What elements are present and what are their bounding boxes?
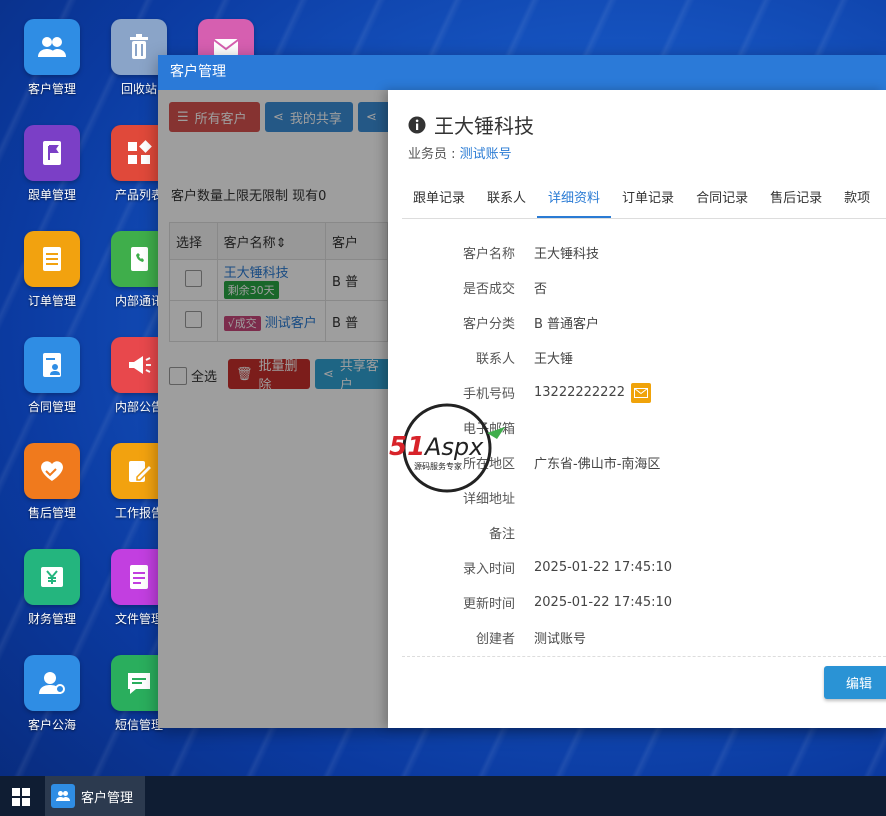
salesman-line: 业务员 : 测试账号 xyxy=(408,147,512,162)
field-label: 联系人 xyxy=(475,352,515,367)
field-row: 客户分类 B 普通客户 xyxy=(388,305,886,340)
field-label: 是否成交 xyxy=(462,282,515,297)
desktop-icon-label: 售后管理 xyxy=(27,506,76,520)
field-label: 客户名称 xyxy=(462,247,515,262)
modal-overlay[interactable] xyxy=(158,90,388,728)
svg-text:51: 51 xyxy=(389,432,425,462)
field-row: 录入时间 2025-01-22 17:45:10 xyxy=(388,550,886,585)
field-label: 客户分类 xyxy=(462,317,515,332)
svg-text:源码服务专家: 源码服务专家 xyxy=(414,461,462,471)
desktop-icon-label: 客户管理 xyxy=(27,82,76,96)
desktop-icon-customers[interactable]: 客户管理 xyxy=(12,19,92,97)
field-value-phone: 13222222222 xyxy=(534,382,651,403)
tab-contracts[interactable]: 合同记录 xyxy=(685,182,759,218)
desktop-icon-contracts[interactable]: 合同管理 xyxy=(12,337,92,415)
tab-after-sales[interactable]: 售后记录 xyxy=(759,182,833,218)
handshake-icon xyxy=(24,443,80,499)
customer-management-window: 客户管理 ☰ 所有客户 ⋖ 我的共享 ⋖ 客户数量上限无限制 现有0 选择 客户 xyxy=(158,55,886,728)
detail-title: 王大锤科技 xyxy=(408,110,534,139)
users-icon xyxy=(51,784,75,808)
svg-text:Aspx: Aspx xyxy=(423,433,484,461)
watermark-logo: 51 Aspx 源码服务专家 xyxy=(387,403,517,493)
desktop-icon-orders[interactable]: 订单管理 xyxy=(12,231,92,309)
detail-tabs: 跟单记录 联系人 详细资料 订单记录 合同记录 售后记录 款项 xyxy=(402,182,886,219)
field-value: B 普通客户 xyxy=(534,317,600,332)
field-label: 录入时间 xyxy=(462,562,515,577)
window-body: ☰ 所有客户 ⋖ 我的共享 ⋖ 客户数量上限无限制 现有0 选择 客户名称⇕ 客… xyxy=(158,90,886,728)
tab-details[interactable]: 详细资料 xyxy=(537,182,612,218)
desktop-icon-follow-up[interactable]: 跟单管理 xyxy=(12,125,92,203)
desktop-icon-label: 财务管理 xyxy=(27,612,76,626)
send-sms-envelope-icon[interactable] xyxy=(630,382,651,403)
flag-notebook-icon xyxy=(24,125,80,181)
taskbar-item-customer-management[interactable]: 客户管理 xyxy=(45,776,145,816)
field-row: 备注 xyxy=(388,515,886,550)
window-title-bar[interactable]: 客户管理 xyxy=(158,55,886,90)
field-label: 备注 xyxy=(488,527,515,542)
window-title: 客户管理 xyxy=(170,64,226,80)
desktop-icon-finance[interactable]: 财务管理 xyxy=(12,549,92,627)
field-value: 王大锤 xyxy=(534,352,574,367)
document-icon xyxy=(24,231,80,287)
taskbar: 客户管理 xyxy=(0,776,886,816)
desktop-icon-label: 跟单管理 xyxy=(27,188,76,202)
field-label: 创建者 xyxy=(475,632,515,647)
field-value: 2025-01-22 17:45:10 xyxy=(534,595,673,610)
field-value: 广东省-佛山市-南海区 xyxy=(534,457,661,472)
desktop-icon-label: 订单管理 xyxy=(27,294,76,308)
field-value: 测试账号 xyxy=(534,632,587,647)
desktop-icon-customer-pool[interactable]: 客户公海 xyxy=(12,655,92,733)
field-row: 联系人 王大锤 xyxy=(388,340,886,375)
field-row: 更新时间 2025-01-22 17:45:10 xyxy=(388,585,886,620)
taskbar-item-label: 客户管理 xyxy=(81,790,134,806)
desktop-icon-label: 合同管理 xyxy=(27,400,76,414)
footer-divider xyxy=(402,656,886,657)
info-icon xyxy=(408,116,426,133)
windows-start-icon[interactable] xyxy=(12,788,30,806)
field-row: 创建者 测试账号 xyxy=(388,620,886,655)
field-row: 是否成交 否 xyxy=(388,270,886,305)
user-pool-icon xyxy=(24,655,80,711)
users-icon xyxy=(24,19,80,75)
field-label: 手机号码 xyxy=(462,387,515,402)
customer-list-area: ☰ 所有客户 ⋖ 我的共享 ⋖ 客户数量上限无限制 现有0 选择 客户名称⇕ 客… xyxy=(158,90,398,728)
desktop-icon-label: 客户公海 xyxy=(27,718,76,732)
field-value: 2025-01-22 17:45:10 xyxy=(534,560,673,575)
field-value: 否 xyxy=(534,282,548,297)
customer-title: 王大锤科技 xyxy=(434,114,534,138)
field-value: 王大锤科技 xyxy=(534,247,600,262)
salesman-link[interactable]: 测试账号 xyxy=(460,147,512,162)
tab-orders[interactable]: 订单记录 xyxy=(611,182,685,218)
tab-follow-up[interactable]: 跟单记录 xyxy=(402,182,476,218)
yen-icon xyxy=(24,549,80,605)
tab-contacts[interactable]: 联系人 xyxy=(476,182,537,218)
field-label: 更新时间 xyxy=(462,597,515,612)
field-row: 客户名称 王大锤科技 xyxy=(388,235,886,270)
phone-number: 13222222222 xyxy=(534,385,625,400)
contract-icon xyxy=(24,337,80,393)
tab-payments[interactable]: 款项 xyxy=(833,182,881,218)
edit-button[interactable]: 编辑 xyxy=(824,666,886,699)
desktop-icon-after-sales[interactable]: 售后管理 xyxy=(12,443,92,521)
